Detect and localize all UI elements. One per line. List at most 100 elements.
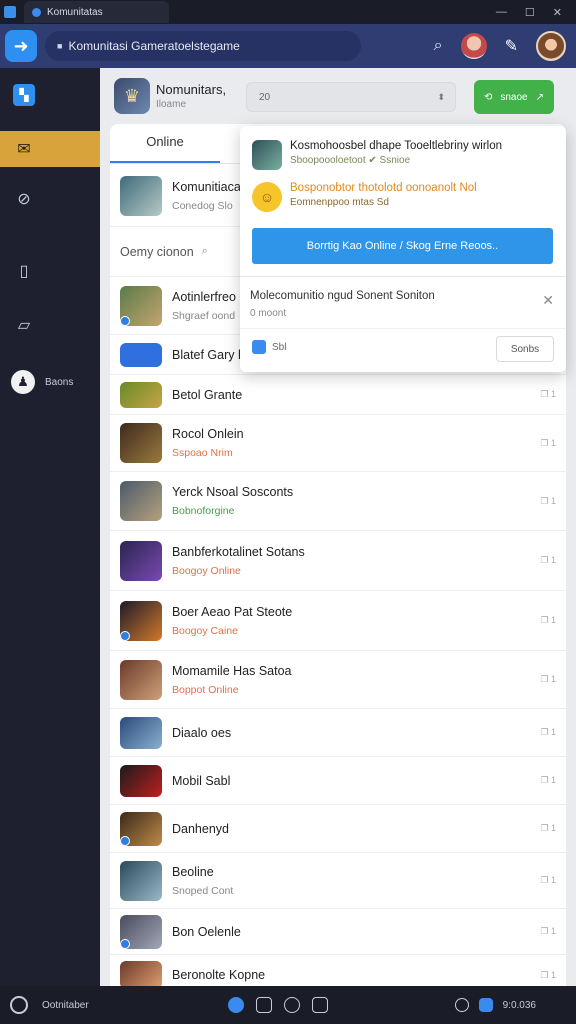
url-field[interactable]: ■ Komunitasi Gameratoelstegame xyxy=(45,31,361,61)
tab-favicon-icon xyxy=(32,7,41,17)
clock-icon[interactable] xyxy=(284,997,300,1013)
user-avatar[interactable] xyxy=(536,31,566,61)
sidebar-item-folder[interactable]: ▱ xyxy=(0,314,100,336)
taskbar-label: Ootnitaber xyxy=(42,999,89,1011)
tab-online[interactable]: Online xyxy=(110,134,220,163)
list-item[interactable]: Rocol Onlein Sspoao Nrim ❐ 1 xyxy=(110,415,566,472)
row-title: Oemy cionon xyxy=(120,244,194,259)
taskbar: Ootnitaber 9:0.036 xyxy=(0,986,576,1024)
power-icon[interactable] xyxy=(10,996,28,1014)
gamepad-icon: ♟ xyxy=(11,370,35,394)
list-item[interactable]: Boer Aeao Pat Steote Boogoy Caine ❐ 1 xyxy=(110,591,566,651)
list-item[interactable]: Beronolte Kopne ❐ 1 xyxy=(110,955,566,986)
secondary-button[interactable]: Sonbs xyxy=(496,336,554,362)
primary-action-button[interactable]: ⟲ snaoe ↗ xyxy=(474,80,554,114)
chevron-down-icon: ⬍ xyxy=(437,91,445,102)
game-thumbnail xyxy=(120,600,162,641)
app-icon xyxy=(4,6,16,18)
clock-text: 9:0.036 xyxy=(502,999,536,1011)
profile-header: ♛ Nomunitars, Iloame xyxy=(114,78,226,114)
row-title: Beoline xyxy=(172,864,214,879)
row-title: Aotinlerfreo xyxy=(172,289,236,304)
game-thumbnail xyxy=(120,860,162,901)
sidebar: ▚ ✉ ⊘ ▯ ▱ ♟ Baons xyxy=(0,68,100,986)
row-title: Betol Grante xyxy=(172,387,243,402)
row-subtitle: Boogoy Caine xyxy=(172,624,238,637)
notification-item[interactable]: Kosmohoosbel dhape Tooeltlebriny wirlon … xyxy=(252,140,502,170)
list-item[interactable]: Bon Oelenle ❐ 1 xyxy=(110,909,566,955)
game-thumbnail xyxy=(120,540,162,581)
list-item[interactable]: Yerck Nsoal Sosconts Bobnoforgine ❐ 1 xyxy=(110,472,566,531)
list-item[interactable]: Betol Grante ❐ 1 xyxy=(110,375,566,415)
sidebar-item-label: Baons xyxy=(45,376,74,388)
game-thumbnail xyxy=(120,381,162,408)
row-subtitle: Conedog Slo xyxy=(172,199,233,212)
address-bar: ➜ ■ Komunitasi Gameratoelstegame ⌕ ✎ xyxy=(0,24,576,68)
arrow-left-icon: ➜ xyxy=(13,35,29,56)
list-item[interactable]: Banbferkotalinet Sotans Boogoy Online ❐ 1 xyxy=(110,531,566,591)
maximize-icon[interactable]: ☐ xyxy=(525,6,535,19)
divider xyxy=(240,328,566,329)
browser-icon[interactable] xyxy=(228,997,244,1013)
browser-tab[interactable]: Komunitatas xyxy=(24,1,169,23)
row-title: Banbferkotalinet Sotans xyxy=(172,544,305,559)
game-thumbnail xyxy=(120,764,162,797)
profile-avatar[interactable]: ♛ xyxy=(114,78,150,114)
status-badge: ❐ 1 xyxy=(540,775,556,785)
row-subtitle: Snoped Cont xyxy=(172,884,234,897)
list-item[interactable]: Diaalo oes ❐ 1 xyxy=(110,709,566,757)
count-value: 20 xyxy=(259,91,271,103)
emoji-icon: ☺ xyxy=(252,182,282,212)
row-subtitle: Boppot Online xyxy=(172,683,239,696)
lock-icon: ■ xyxy=(57,41,63,51)
status-badge: ❐ 1 xyxy=(540,389,556,399)
avatar[interactable] xyxy=(460,33,487,59)
list-item[interactable]: Beoline Snoped Cont ❐ 1 xyxy=(110,853,566,909)
game-thumbnail xyxy=(120,811,162,846)
tab-title: Komunitatas xyxy=(47,6,103,18)
search-icon[interactable]: ⌕ xyxy=(434,37,443,55)
sidebar-item-chat[interactable]: ✉ xyxy=(0,131,100,167)
row-title: Danhenyd xyxy=(172,821,229,836)
minimize-icon[interactable]: — xyxy=(496,6,507,19)
count-select[interactable]: 20 ⬍ xyxy=(246,82,456,112)
message-subtitle: 0 moont xyxy=(250,308,287,319)
sidebar-item-home[interactable]: ▚ xyxy=(0,84,100,106)
sidebar-item-documents[interactable]: ▯ xyxy=(0,260,100,282)
list-item[interactable]: Momamile Has Satoa Boppot Online ❐ 1 xyxy=(110,651,566,709)
sidebar-item-search[interactable]: ⊘ xyxy=(0,188,100,210)
game-thumbnail xyxy=(120,481,162,521)
status-badge: ❐ 1 xyxy=(540,615,556,625)
row-title: Beronolte Kopne xyxy=(172,968,266,982)
info-icon[interactable] xyxy=(454,998,469,1012)
profile-subtitle: Iloame xyxy=(156,99,187,110)
sidebar-item-games[interactable]: ♟ Baons xyxy=(0,370,100,394)
back-button[interactable]: ➜ xyxy=(5,30,37,62)
game-thumbnail xyxy=(120,659,162,700)
game-thumbnail xyxy=(252,140,282,170)
store-icon[interactable] xyxy=(312,997,328,1013)
game-thumbnail xyxy=(120,716,162,749)
row-title: Boer Aeao Pat Steote xyxy=(172,604,293,619)
close-icon[interactable]: ✕ xyxy=(542,292,554,309)
row-title: Yerck Nsoal Sosconts xyxy=(172,485,294,499)
join-online-button[interactable]: Borrtig Kao Online / Skog Erne Reoos.. xyxy=(252,228,553,264)
status-badge: ❐ 1 xyxy=(540,495,556,506)
list-item[interactable]: Mobil Sabl ❐ 1 xyxy=(110,757,566,805)
wifi-icon[interactable] xyxy=(478,998,493,1012)
status-badge: ❐ 1 xyxy=(540,674,556,684)
row-subtitle: Boogoy Online xyxy=(172,564,241,577)
notification-item[interactable]: ☺ Bosponobtor thotolotd oonoanolt Nol Eo… xyxy=(252,182,477,212)
search-icon: ⌕ xyxy=(201,245,208,257)
row-title: Diaalo oes xyxy=(172,725,232,740)
list-item[interactable]: Danhenyd ❐ 1 xyxy=(110,805,566,853)
row-title: Mobil Sabl xyxy=(172,773,231,788)
home-icon: ▚ xyxy=(13,84,35,106)
primary-action-label: snaoe xyxy=(500,91,528,103)
title-bar: Komunitatas — ☐ ✕ xyxy=(0,0,576,24)
phone-icon[interactable] xyxy=(256,997,272,1013)
status-badge: ❐ 1 xyxy=(540,969,556,980)
close-icon[interactable]: ✕ xyxy=(553,6,562,19)
feather-icon[interactable]: ✎ xyxy=(505,36,518,56)
game-thumbnail xyxy=(120,914,162,949)
